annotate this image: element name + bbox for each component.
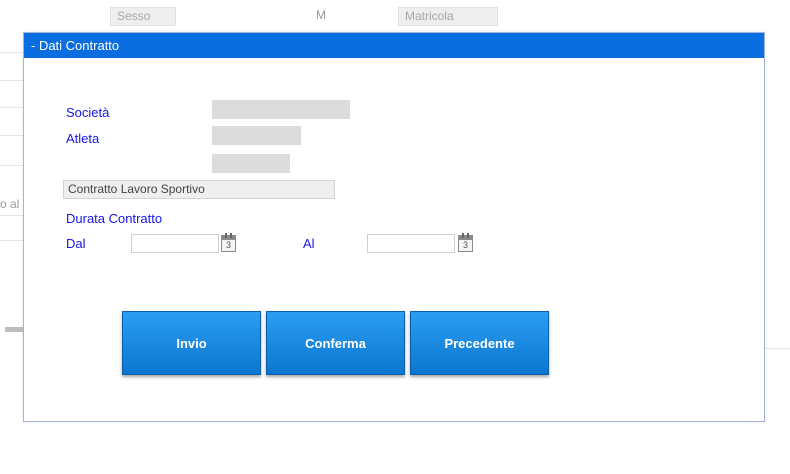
- matricola-label: Matricola: [405, 9, 454, 23]
- matricola-field: Matricola: [398, 7, 498, 26]
- dal-label: Dal: [66, 236, 86, 251]
- bg-divider: [0, 165, 23, 166]
- dal-calendar-icon[interactable]: 3: [221, 233, 236, 252]
- bg-divider: [765, 348, 790, 349]
- sesso-value: M: [316, 8, 326, 22]
- bg-divider: [0, 107, 23, 108]
- bg-divider: [0, 135, 23, 136]
- sesso-label: Sesso: [117, 9, 151, 23]
- al-label: Al: [303, 236, 315, 251]
- durata-contratto-label: Durata Contratto: [66, 211, 163, 226]
- bg-divider: [0, 240, 23, 241]
- bg-divider: [0, 80, 23, 81]
- precedente-button[interactable]: Precedente: [410, 311, 549, 375]
- atleta-label: Atleta: [66, 131, 100, 146]
- societa-label: Società: [66, 105, 110, 120]
- sesso-field: Sesso: [110, 7, 176, 26]
- bg-divider: [0, 215, 23, 216]
- atleta-extra-redacted: [212, 154, 290, 173]
- bg-divider: [0, 52, 23, 53]
- bg-fragment-text: o al: [0, 197, 20, 211]
- bg-scroll-bar: [5, 327, 23, 332]
- atleta-value-redacted: [212, 126, 301, 145]
- al-calendar-icon[interactable]: 3: [458, 233, 473, 252]
- conferma-button[interactable]: Conferma: [266, 311, 405, 375]
- dati-contratto-dialog: - Dati Contratto Società Atleta Contratt…: [23, 32, 765, 422]
- dal-date-input[interactable]: [131, 234, 219, 253]
- invio-button[interactable]: Invio: [122, 311, 261, 375]
- dialog-title: - Dati Contratto: [24, 33, 764, 58]
- al-date-input[interactable]: [367, 234, 455, 253]
- contract-type-field: Contratto Lavoro Sportivo: [63, 180, 335, 199]
- societa-value-redacted: [212, 100, 350, 119]
